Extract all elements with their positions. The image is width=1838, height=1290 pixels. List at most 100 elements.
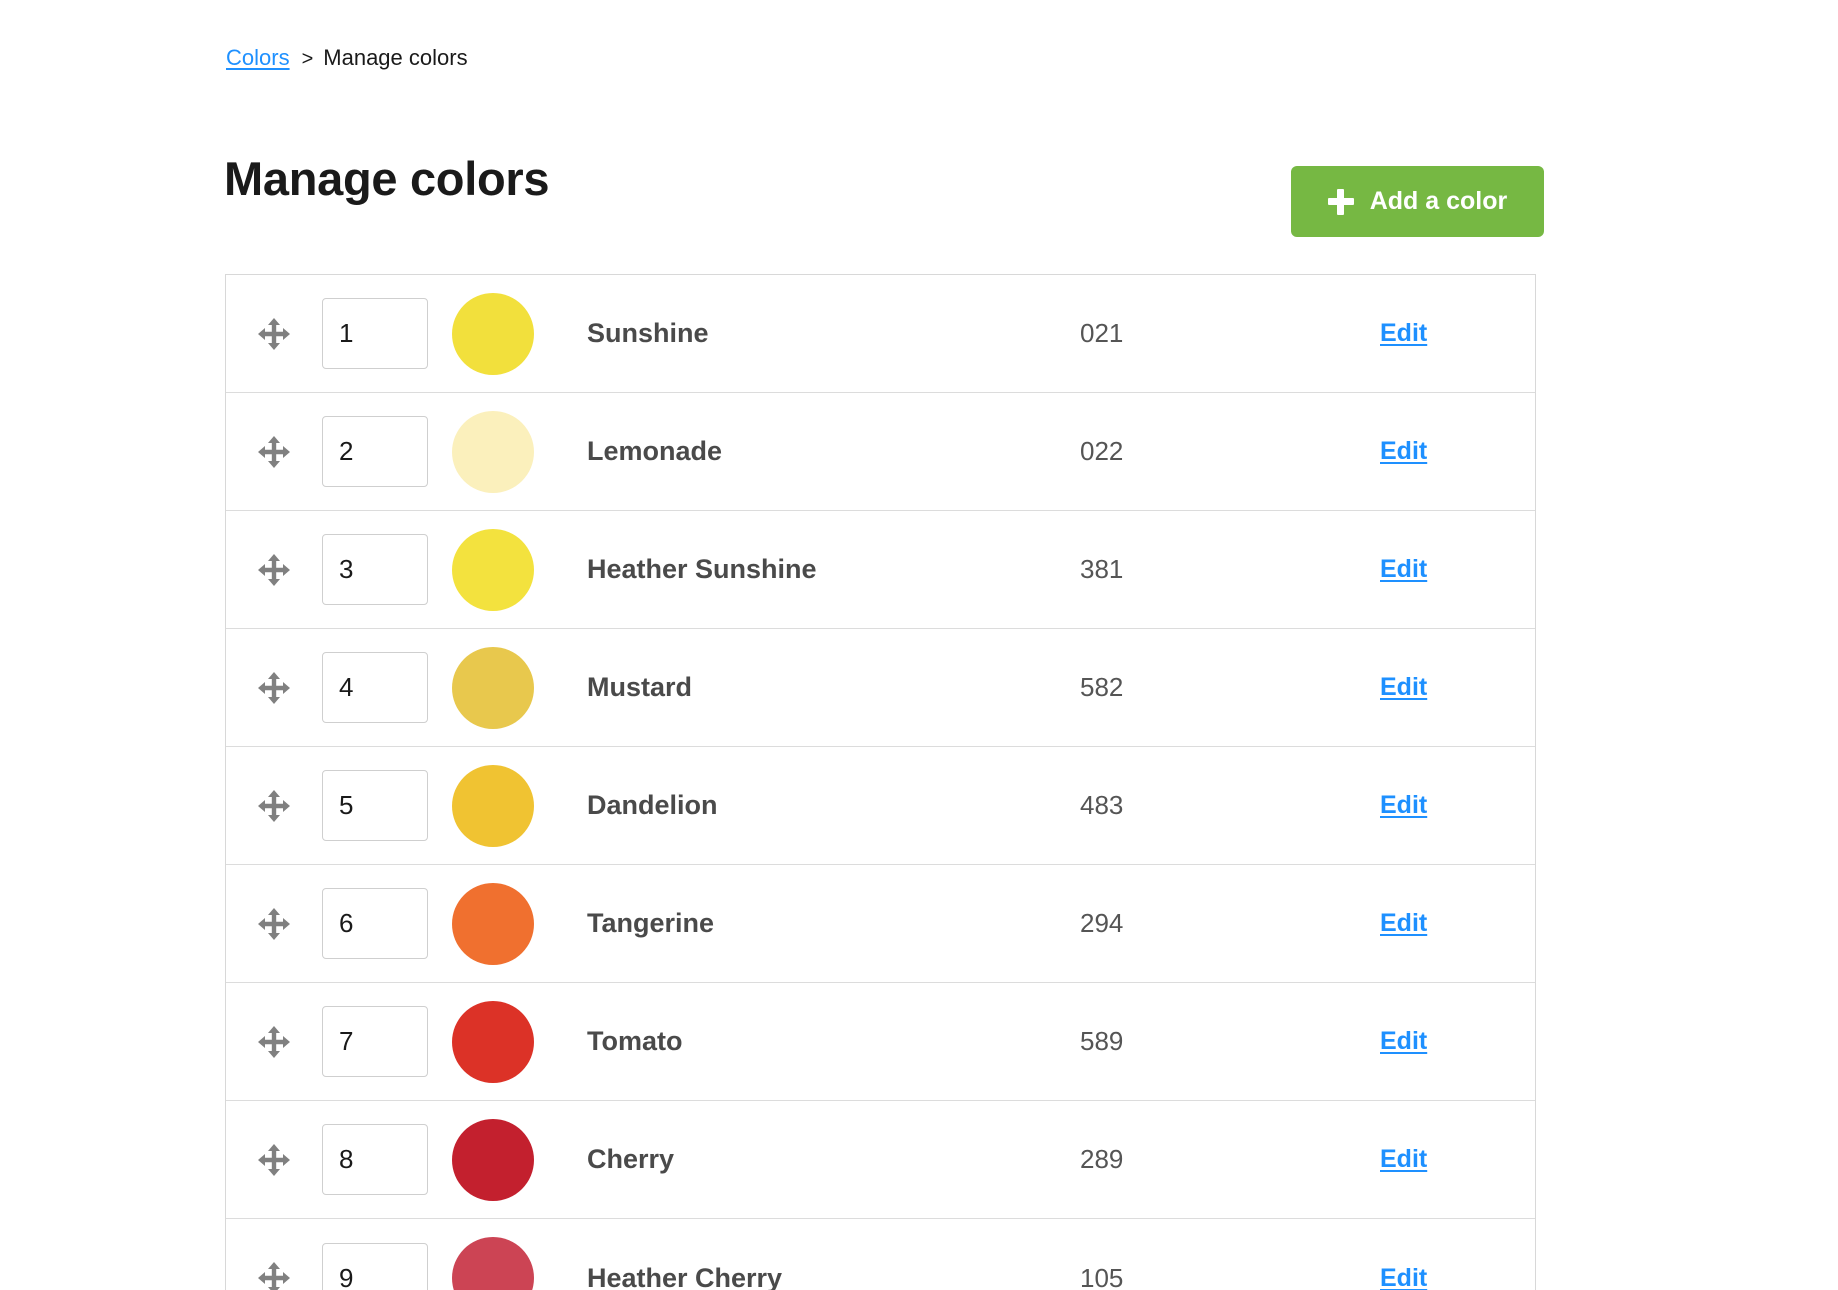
color-code: 582: [1080, 672, 1124, 702]
order-cell: [322, 534, 444, 605]
edit-cell: Edit: [1380, 1145, 1535, 1174]
breadcrumb-link-colors[interactable]: Colors: [226, 45, 290, 70]
color-swatch: [452, 1000, 534, 1083]
order-cell: [322, 1006, 444, 1077]
move-arrows-icon: [257, 435, 291, 469]
edit-link[interactable]: Edit: [1380, 673, 1427, 702]
order-cell: [322, 1242, 444, 1290]
drag-handle[interactable]: [226, 435, 322, 469]
order-input[interactable]: [322, 652, 428, 723]
table-row: Heather Sunshine 381 Edit: [226, 511, 1535, 629]
edit-link[interactable]: Edit: [1380, 1027, 1427, 1056]
breadcrumb-current: Manage colors: [323, 45, 468, 70]
color-swatch: [452, 646, 534, 729]
color-swatch: [452, 528, 534, 611]
move-arrows-icon: [257, 671, 291, 705]
edit-link[interactable]: Edit: [1380, 319, 1427, 348]
swatch-cell: [444, 764, 575, 847]
move-arrows-icon: [257, 907, 291, 941]
order-cell: [322, 298, 444, 369]
move-arrows-icon: [257, 317, 291, 351]
order-input[interactable]: [322, 1242, 428, 1290]
table-row: Heather Cherry 105 Edit: [226, 1219, 1535, 1290]
swatch-cell: [444, 646, 575, 729]
edit-link[interactable]: Edit: [1380, 1145, 1427, 1174]
color-swatch: [452, 1118, 534, 1201]
color-code: 021: [1080, 318, 1124, 348]
color-code: 289: [1080, 1144, 1124, 1174]
edit-link[interactable]: Edit: [1380, 437, 1427, 466]
color-name: Heather Sunshine: [587, 554, 817, 584]
color-code: 381: [1080, 554, 1124, 584]
edit-cell: Edit: [1380, 1027, 1535, 1056]
order-input[interactable]: [322, 888, 428, 959]
order-input[interactable]: [322, 534, 428, 605]
order-cell: [322, 888, 444, 959]
order-input[interactable]: [322, 416, 428, 487]
color-swatch: [452, 410, 534, 493]
edit-cell: Edit: [1380, 791, 1535, 820]
color-swatch: [452, 882, 534, 965]
table-row: Mustard 582 Edit: [226, 629, 1535, 747]
drag-handle[interactable]: [226, 1261, 322, 1290]
color-name: Sunshine: [587, 318, 709, 348]
plus-icon: [1327, 188, 1354, 215]
manage-colors-page: Colors > Manage colors Manage colors Add a…: [0, 0, 1838, 1290]
move-arrows-icon: [257, 553, 291, 587]
drag-handle[interactable]: [226, 1025, 322, 1059]
color-swatch: [452, 764, 534, 847]
color-name: Tomato: [587, 1026, 683, 1056]
drag-handle[interactable]: [226, 1143, 322, 1177]
table-row: Dandelion 483 Edit: [226, 747, 1535, 865]
edit-cell: Edit: [1380, 1264, 1535, 1290]
add-a-color-label: Add a color: [1369, 187, 1508, 215]
color-name: Dandelion: [587, 790, 718, 820]
order-input[interactable]: [322, 770, 428, 841]
drag-handle[interactable]: [226, 553, 322, 587]
edit-link[interactable]: Edit: [1380, 909, 1427, 938]
order-cell: [322, 416, 444, 487]
swatch-cell: [444, 1000, 575, 1083]
swatch-cell: [444, 1118, 575, 1201]
edit-cell: Edit: [1380, 437, 1535, 466]
color-swatch: [452, 1237, 534, 1290]
color-swatch: [452, 292, 534, 375]
swatch-cell: [444, 882, 575, 965]
table-row: Lemonade 022 Edit: [226, 393, 1535, 511]
edit-cell: Edit: [1380, 673, 1535, 702]
table-row: Cherry 289 Edit: [226, 1101, 1535, 1219]
add-a-color-button[interactable]: Add a color: [1291, 166, 1544, 237]
color-code: 105: [1080, 1262, 1124, 1290]
edit-link[interactable]: Edit: [1380, 555, 1427, 584]
table-row: Sunshine 021 Edit: [226, 275, 1535, 393]
color-code: 589: [1080, 1026, 1124, 1056]
edit-cell: Edit: [1380, 319, 1535, 348]
order-input[interactable]: [322, 1006, 428, 1077]
move-arrows-icon: [257, 1143, 291, 1177]
order-input[interactable]: [322, 1124, 428, 1195]
color-name: Cherry: [587, 1144, 675, 1174]
edit-cell: Edit: [1380, 555, 1535, 584]
color-name: Lemonade: [587, 436, 723, 466]
color-name: Heather Cherry: [587, 1262, 783, 1290]
drag-handle[interactable]: [226, 789, 322, 823]
drag-handle[interactable]: [226, 907, 322, 941]
color-code: 294: [1080, 908, 1124, 938]
color-name: Mustard: [587, 672, 693, 702]
table-row: Tomato 589 Edit: [226, 983, 1535, 1101]
move-arrows-icon: [257, 1025, 291, 1059]
order-input[interactable]: [322, 298, 428, 369]
edit-link[interactable]: Edit: [1380, 791, 1427, 820]
swatch-cell: [444, 528, 575, 611]
edit-cell: Edit: [1380, 909, 1535, 938]
order-cell: [322, 652, 444, 723]
swatch-cell: [444, 292, 575, 375]
move-arrows-icon: [257, 789, 291, 823]
breadcrumb-separator: >: [301, 48, 314, 70]
color-code: 022: [1080, 436, 1124, 466]
edit-link[interactable]: Edit: [1380, 1264, 1427, 1290]
drag-handle[interactable]: [226, 671, 322, 705]
order-cell: [322, 770, 444, 841]
color-code: 483: [1080, 790, 1124, 820]
drag-handle[interactable]: [226, 317, 322, 351]
